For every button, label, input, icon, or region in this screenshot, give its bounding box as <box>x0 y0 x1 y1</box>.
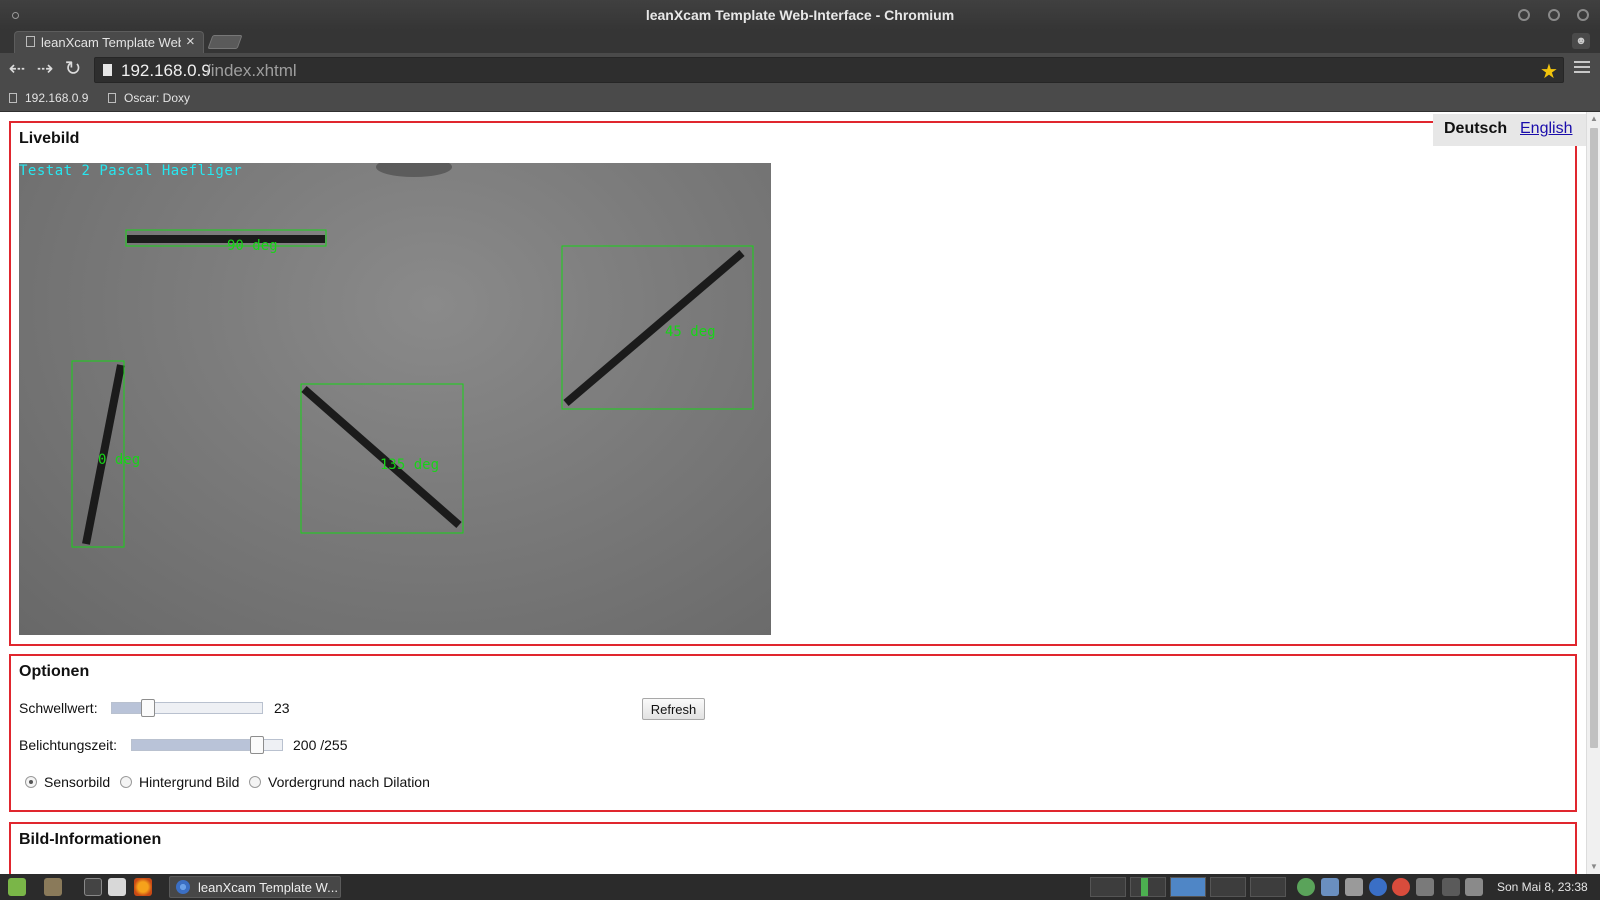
slider-handle[interactable] <box>141 699 155 717</box>
workspace-3[interactable] <box>1170 877 1206 897</box>
network-icon[interactable] <box>1442 878 1460 896</box>
scroll-up-icon[interactable]: ▲ <box>1590 114 1598 123</box>
text-editor-icon[interactable] <box>108 878 126 896</box>
workspace-2[interactable] <box>1130 877 1166 897</box>
optionen-panel: Optionen Schwellwert: 23 Refresh Belicht… <box>9 654 1577 812</box>
radio-label: Sensorbild <box>44 774 111 790</box>
bookmark-label: 192.168.0.9 <box>25 91 89 105</box>
radio-vordergrund[interactable] <box>249 776 261 788</box>
firefox-icon[interactable] <box>134 878 152 896</box>
camera-caption: Testat 2 Pascal Haefliger <box>19 163 243 179</box>
scroll-down-icon[interactable]: ▼ <box>1590 862 1598 871</box>
language-switcher: Deutsch English <box>1433 114 1586 146</box>
notification-icon[interactable] <box>1392 878 1410 896</box>
angle-label: 90 deg <box>227 238 278 254</box>
tab-close-icon[interactable]: × <box>186 33 195 50</box>
maximize-icon[interactable] <box>1548 9 1560 21</box>
start-menu-icon[interactable] <box>8 878 26 896</box>
slider-handle[interactable] <box>250 736 264 754</box>
printer-icon[interactable] <box>1345 878 1363 896</box>
address-bar[interactable]: 192.168.0.9 /index.xhtml ★ <box>94 57 1564 83</box>
language-english-link[interactable]: English <box>1520 120 1572 138</box>
bookmark-label: Oscar: Doxy <box>124 91 191 105</box>
bookmark-star-icon[interactable]: ★ <box>1540 59 1558 84</box>
schwellwert-value: 23 <box>274 700 290 716</box>
tab-strip: leanXcam Template Web-Interface × ☻ <box>0 30 1600 54</box>
page-viewport: Livebild 90 deg 45 deg 0 deg 135 deg Tes… <box>0 112 1586 874</box>
livebild-heading: Livebild <box>19 130 80 147</box>
dropbox-icon[interactable] <box>1321 878 1339 896</box>
scrollbar-thumb[interactable] <box>1590 128 1598 748</box>
update-icon[interactable] <box>1297 878 1315 896</box>
bookmark-page-icon <box>108 93 116 103</box>
workspace-1[interactable] <box>1090 877 1126 897</box>
refresh-button[interactable]: Refresh <box>642 698 705 720</box>
chromium-icon <box>176 880 190 894</box>
minimize-icon[interactable] <box>1518 9 1530 21</box>
bluetooth-icon[interactable] <box>1369 878 1387 896</box>
new-tab-button[interactable] <box>207 35 243 49</box>
close-window-icon[interactable] <box>1577 9 1589 21</box>
workspace-5[interactable] <box>1250 877 1286 897</box>
belichtungszeit-slider[interactable] <box>131 736 283 754</box>
radio-hintergrund[interactable] <box>120 776 132 788</box>
terminal-icon[interactable] <box>84 878 102 896</box>
taskbar-chromium-window[interactable]: leanXcam Template W... <box>169 876 341 898</box>
bild-informationen-panel: Bild-Informationen <box>9 822 1577 874</box>
angle-label: 135 deg <box>380 457 439 473</box>
taskbar-task-label: leanXcam Template W... <box>198 880 338 895</box>
reload-icon[interactable]: ↻ <box>62 58 84 80</box>
tab-title: leanXcam Template Web-Interface <box>41 35 181 50</box>
radio-label: Hintergrund Bild <box>139 774 240 790</box>
livebild-panel: Livebild 90 deg 45 deg 0 deg 135 deg Tes… <box>9 121 1577 646</box>
angle-label: 0 deg <box>98 452 140 468</box>
schwellwert-slider[interactable] <box>111 699 263 717</box>
browser-menu-icon[interactable] <box>1574 61 1590 75</box>
language-current: Deutsch <box>1444 120 1508 137</box>
belichtungszeit-value: 200 /255 <box>293 737 348 753</box>
bookmark-item[interactable]: 192.168.0.9 <box>9 91 88 105</box>
radio-sensorbild[interactable] <box>25 776 37 788</box>
bookmark-page-icon <box>9 93 17 103</box>
url-host: 192.168.0.9 <box>121 61 211 80</box>
clipboard-icon[interactable] <box>1465 878 1483 896</box>
belichtungszeit-label: Belichtungszeit: <box>19 737 118 753</box>
profile-icon[interactable]: ☻ <box>1572 33 1590 49</box>
bookmarks-bar: 192.168.0.9 Oscar: Doxy <box>0 86 1600 112</box>
taskbar-clock: Son Mai 8, 23:38 <box>1497 880 1588 894</box>
tab-content: leanXcam Template Web-Interface × <box>14 31 204 53</box>
back-arrow-icon[interactable]: ⇠ <box>6 58 28 80</box>
file-manager-icon[interactable] <box>44 878 62 896</box>
camera-overlay: 90 deg 45 deg 0 deg 135 deg <box>71 163 754 548</box>
browser-toolbar: ⇠ ⇢ ↻ 192.168.0.9 /index.xhtml ★ <box>0 53 1600 86</box>
slider-fill <box>132 740 256 750</box>
page-icon <box>103 64 112 76</box>
system-taskbar: leanXcam Template W... Son Mai 8, 23:38 <box>0 874 1600 900</box>
optionen-heading: Optionen <box>19 663 90 680</box>
workspace-4[interactable] <box>1210 877 1246 897</box>
page-favicon-icon <box>26 36 35 47</box>
radio-label: Vordergrund nach Dilation <box>268 774 430 790</box>
lens-shadow <box>376 163 452 177</box>
bookmark-item[interactable]: Oscar: Doxy <box>108 91 190 105</box>
page-scrollbar[interactable]: ▲ ▼ <box>1586 112 1600 874</box>
live-camera-image: 90 deg 45 deg 0 deg 135 deg Testat 2 Pas… <box>19 163 771 635</box>
angle-label: 45 deg <box>665 324 716 340</box>
bild-informationen-heading: Bild-Informationen <box>19 831 162 848</box>
url-path: /index.xhtml <box>206 61 297 80</box>
volume-icon[interactable] <box>1416 878 1434 896</box>
stick-diagonal-45 <box>563 249 745 407</box>
schwellwert-label: Schwellwert: <box>19 700 98 716</box>
window-titlebar: leanXcam Template Web-Interface - Chromi… <box>0 0 1600 30</box>
window-title: leanXcam Template Web-Interface - Chromi… <box>645 7 955 23</box>
forward-arrow-icon[interactable]: ⇢ <box>34 58 56 80</box>
